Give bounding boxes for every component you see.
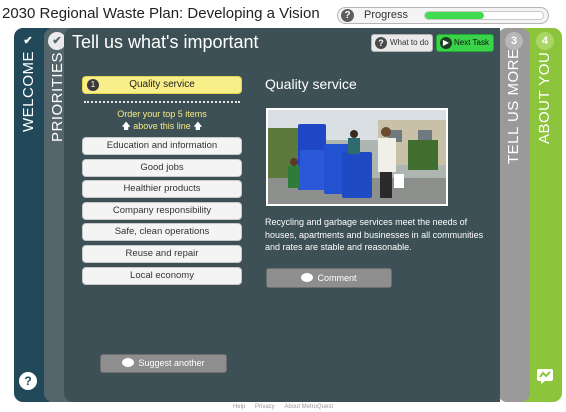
order-hint: Order your top 5 items 🡅 above this line… <box>94 108 230 132</box>
footer: Help Privacy About MetroQuest <box>0 404 566 410</box>
arrow-up-icon: 🡅 <box>121 121 131 131</box>
footer-link-privacy[interactable]: Privacy <box>255 404 275 410</box>
help-icon[interactable]: ? <box>341 9 354 22</box>
speech-bubble-icon <box>301 273 314 282</box>
order-hint-line2: above this line <box>133 121 191 131</box>
order-hint-line1: Order your top 5 items <box>117 109 207 119</box>
priority-item[interactable]: Education and information <box>82 137 242 155</box>
comment-label: Comment <box>317 273 357 283</box>
tab-tell-us-more[interactable]: 3 TELL US MORE <box>498 28 530 402</box>
selected-priority-label: Quality service <box>129 79 195 90</box>
app-title: 2030 Regional Waste Plan: Developing a V… <box>2 5 320 22</box>
detail-title: Quality service <box>265 76 357 92</box>
tab-welcome-label: WELCOME <box>20 50 37 132</box>
speech-bubble-icon <box>122 358 135 367</box>
priority-list: Education and information Good jobs Heal… <box>82 137 242 288</box>
check-icon: ✔ <box>23 35 33 47</box>
what-to-do-button[interactable]: ? What to do <box>371 34 433 52</box>
help-icon: ? <box>375 37 387 49</box>
header: 2030 Regional Waste Plan: Developing a V… <box>0 0 566 28</box>
top-five-divider <box>84 101 240 103</box>
footer-link-about[interactable]: About MetroQuest <box>284 404 333 410</box>
help-icon[interactable]: ? <box>19 372 37 390</box>
progress-indicator: ? Progress <box>337 7 549 24</box>
progress-fill <box>425 12 484 19</box>
suggest-another-label: Suggest another <box>138 358 205 368</box>
next-task-button[interactable]: ▶ Next Task <box>436 34 494 52</box>
arrow-up-icon: 🡅 <box>193 121 203 131</box>
page-title: Tell us what's important <box>72 32 259 52</box>
priority-item[interactable]: Safe, clean operations <box>82 223 242 242</box>
chat-icon[interactable] <box>536 368 554 384</box>
next-task-label: Next Task <box>454 38 489 47</box>
main-panel: Tell us what's important ? What to do ▶ … <box>64 28 500 402</box>
rank-badge: 1 <box>87 79 99 91</box>
tab-tell-us-more-label: TELL US MORE <box>505 48 522 164</box>
next-arrow-icon: ▶ <box>440 37 452 49</box>
suggest-another-button[interactable]: Suggest another <box>100 354 227 373</box>
priority-item[interactable]: Company responsibility <box>82 201 242 220</box>
priority-item[interactable]: Reuse and repair <box>82 244 242 263</box>
detail-description: Recycling and garbage services meet the … <box>265 217 484 252</box>
footer-link-help[interactable]: Help <box>233 404 245 410</box>
what-to-do-label: What to do <box>390 38 429 47</box>
progress-bar <box>424 11 544 20</box>
selected-priority-item[interactable]: 1 Quality service <box>82 76 242 94</box>
detail-photo <box>266 108 448 206</box>
priority-item[interactable]: Local economy <box>82 266 242 285</box>
priority-item[interactable]: Healthier products <box>82 180 242 199</box>
step-number-badge: 4 <box>536 32 554 50</box>
progress-label: Progress <box>364 9 409 21</box>
priority-item[interactable]: Good jobs <box>82 158 242 177</box>
recycling-photo <box>268 110 446 204</box>
tab-about-you-label: ABOUT YOU <box>536 51 553 144</box>
comment-button[interactable]: Comment <box>266 268 392 288</box>
step-number-badge: 3 <box>505 32 523 50</box>
